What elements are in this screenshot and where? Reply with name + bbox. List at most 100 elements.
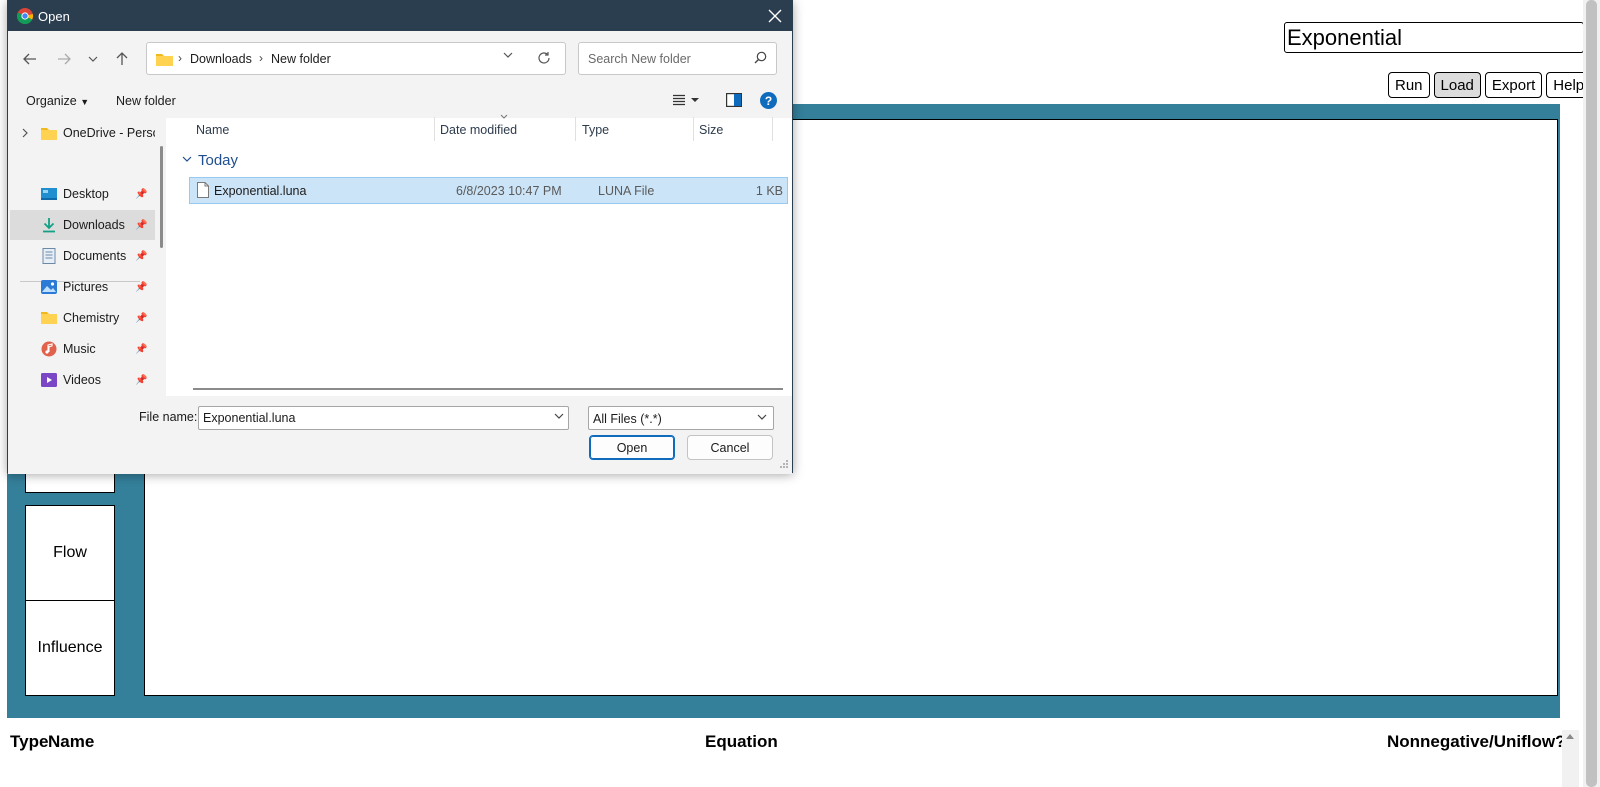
run-button[interactable]: Run	[1388, 72, 1430, 98]
search-icon	[754, 51, 767, 64]
col-type-header: Type	[10, 732, 49, 751]
open-button[interactable]: Open	[589, 435, 675, 460]
open-file-dialog: Open › Downloads › New folder Organize ▼…	[7, 0, 793, 474]
folder-icon	[41, 312, 57, 324]
nav-item-downloads[interactable]: Downloads 📌	[10, 210, 155, 240]
nav-item-onedrive[interactable]: OneDrive - Perso	[10, 118, 155, 148]
file-type: LUNA File	[598, 184, 655, 198]
app-toolbar: Run Load Export Help	[1388, 72, 1592, 98]
file-type-select[interactable]: All Files (*.*)	[588, 406, 774, 430]
nav-item-chemistry[interactable]: Chemistry 📌	[10, 303, 155, 333]
column-header-size[interactable]: Size	[699, 123, 723, 137]
new-folder-button[interactable]: New folder	[116, 94, 176, 108]
pin-icon: 📌	[135, 313, 148, 324]
chrome-icon	[17, 8, 33, 24]
pin-icon: 📌	[135, 220, 148, 231]
palette-flow-label: Flow	[53, 544, 87, 561]
documents-icon	[42, 248, 56, 264]
sort-chevron-icon	[500, 114, 508, 119]
model-name-input[interactable]	[1284, 22, 1584, 53]
nav-item-pictures[interactable]: Pictures 📌	[10, 272, 155, 302]
organize-label: Organize	[26, 94, 77, 108]
download-icon	[43, 218, 55, 233]
breadcrumb-downloads[interactable]: Downloads	[190, 52, 252, 66]
nav-item-desktop[interactable]: Desktop 📌	[10, 179, 155, 209]
nav-pane-scrollbar[interactable]	[160, 146, 163, 248]
scroll-up-arrow-icon[interactable]	[1566, 734, 1574, 739]
page-scrollbar[interactable]	[1583, 0, 1600, 787]
nav-label: Videos	[63, 373, 101, 387]
col-equation-header: Equation	[705, 732, 778, 751]
nav-label: Downloads	[63, 218, 125, 232]
nav-label: Pictures	[63, 280, 109, 294]
help-icon[interactable]: ?	[760, 92, 777, 109]
nav-label: OneDrive - Perso	[63, 126, 155, 140]
expand-chevron-icon[interactable]	[22, 128, 28, 138]
pin-icon: 📌	[135, 251, 148, 262]
onedrive-folder-icon	[41, 128, 57, 140]
dialog-titlebar[interactable]: Open	[8, 1, 792, 31]
palette-influence-label: Influence	[37, 639, 103, 656]
breadcrumb-separator-icon: ›	[178, 51, 182, 65]
nav-item-videos[interactable]: Videos 📌	[10, 365, 155, 395]
forward-arrow-icon[interactable]	[53, 48, 75, 70]
file-icon	[197, 182, 209, 198]
column-header-date[interactable]: Date modified	[440, 123, 517, 137]
column-divider[interactable]	[693, 117, 694, 141]
pin-icon: 📌	[135, 282, 148, 293]
file-date: 6/8/2023 10:47 PM	[456, 184, 562, 198]
file-name-label: File name:	[139, 410, 198, 424]
export-button[interactable]: Export	[1484, 72, 1543, 98]
dialog-title: Open	[38, 9, 70, 24]
command-bar: Organize ▼ New folder ?	[8, 86, 792, 116]
change-view-button[interactable]	[673, 94, 703, 109]
file-list-horizontal-scrollbar[interactable]	[193, 388, 783, 390]
nav-label: Chemistry	[63, 311, 120, 325]
search-input[interactable]	[578, 42, 777, 75]
navigation-pane: OneDrive - Perso Desktop 📌 Downloads 📌 D…	[10, 118, 155, 396]
pictures-icon	[41, 280, 57, 294]
music-icon	[41, 341, 57, 357]
back-arrow-icon[interactable]	[19, 48, 41, 70]
up-arrow-icon[interactable]	[111, 48, 133, 70]
palette-influence-tool[interactable]: Influence	[25, 600, 115, 696]
load-button[interactable]: Load	[1433, 72, 1481, 98]
recent-locations-chevron-icon[interactable]	[82, 48, 104, 70]
pin-icon: 📌	[135, 189, 148, 200]
pin-icon: 📌	[135, 344, 148, 355]
resize-grip-icon[interactable]	[779, 459, 789, 469]
chevron-down-icon	[757, 414, 767, 420]
videos-icon	[41, 373, 57, 387]
address-bar[interactable]: › Downloads › New folder	[146, 42, 566, 75]
nav-item-documents[interactable]: Documents 📌	[10, 241, 155, 271]
nav-label: Music	[63, 342, 96, 356]
file-type-filter-value: All Files (*.*)	[593, 412, 662, 426]
breadcrumb-new-folder[interactable]: New folder	[271, 52, 331, 66]
column-divider[interactable]	[772, 117, 773, 141]
preview-pane-icon[interactable]	[726, 93, 743, 110]
address-dropdown-chevron-icon[interactable]	[503, 52, 513, 58]
nav-item-music[interactable]: Music 📌	[10, 334, 155, 364]
pin-icon: 📌	[135, 375, 148, 386]
nav-label: Desktop	[63, 187, 109, 201]
close-icon[interactable]	[764, 5, 786, 27]
nav-label: Documents	[63, 249, 127, 263]
file-name-dropdown-chevron-icon[interactable]	[554, 413, 564, 419]
table-scrollbar[interactable]	[1562, 730, 1579, 787]
file-row[interactable]: Exponential.luna 6/8/2023 10:47 PM LUNA …	[189, 177, 788, 204]
column-divider[interactable]	[434, 117, 435, 141]
column-header-type[interactable]: Type	[582, 123, 609, 137]
variables-table-header: Type Name Equation Nonnegative/Uniflow?	[0, 732, 1566, 756]
collapse-group-chevron-icon[interactable]	[182, 156, 192, 162]
desktop-icon	[41, 188, 57, 200]
organize-button[interactable]: Organize ▼	[26, 94, 89, 108]
page-scrollbar-thumb[interactable]	[1586, 0, 1597, 787]
column-header-name[interactable]: Name	[196, 123, 229, 137]
refresh-icon[interactable]	[537, 51, 551, 65]
palette-flow-tool[interactable]: Flow	[25, 505, 115, 601]
file-name: Exponential.luna	[214, 184, 307, 198]
file-name-input[interactable]	[198, 406, 569, 430]
cancel-button[interactable]: Cancel	[687, 435, 773, 460]
group-header-today[interactable]: Today	[198, 152, 238, 169]
column-divider[interactable]	[575, 117, 576, 141]
